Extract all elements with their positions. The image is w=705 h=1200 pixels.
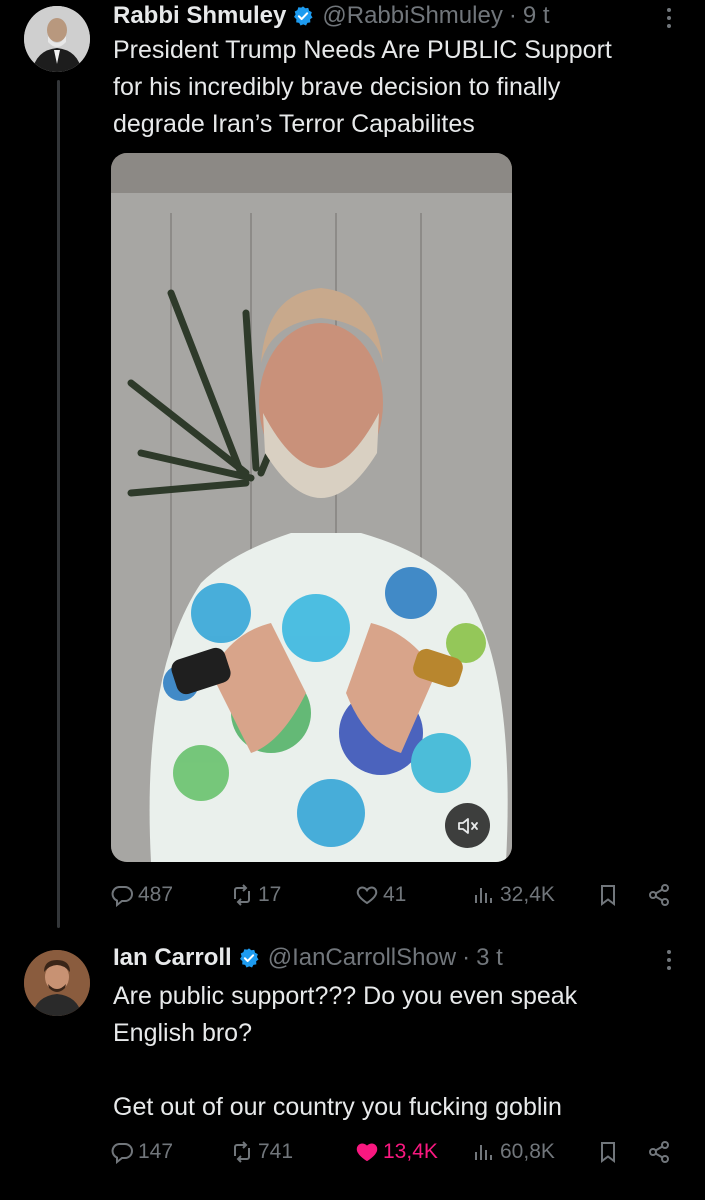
video-player[interactable] (111, 153, 512, 862)
tweet-text: President Trump Needs Are PUBLIC Support… (113, 36, 612, 138)
avatar-portrait (24, 6, 90, 72)
repost-icon (234, 1141, 250, 1163)
author-name[interactable]: Rabbi Shmuley (113, 2, 286, 30)
verified-badge-icon (294, 6, 313, 26)
bookmark-button[interactable] (596, 1137, 624, 1167)
bookmark-icon (601, 885, 615, 906)
views-bar-chart-icon (475, 888, 492, 903)
separator-dot: · (508, 2, 517, 29)
bookmark-icon (601, 1142, 615, 1163)
like-count: 13,4K (383, 1140, 438, 1163)
bookmark-button[interactable] (596, 880, 624, 910)
avatar-portrait (24, 950, 90, 1016)
reply-button[interactable]: 147 (110, 1137, 173, 1167)
avatar[interactable] (24, 950, 90, 1016)
views-count: 32,4K (500, 883, 555, 906)
reply-button[interactable]: 487 (110, 880, 173, 910)
reply-count: 147 (138, 1140, 174, 1163)
repost-button[interactable]: 17 (230, 880, 281, 910)
tweet-header: Rabbi Shmuley @RabbiShmuley · 9 t (113, 1, 550, 31)
tweet-actions: 487 17 41 32,4K (110, 880, 675, 910)
author-handle[interactable]: @RabbiShmuley (322, 2, 502, 30)
avatar[interactable] (24, 6, 90, 72)
timestamp[interactable]: 3 t (476, 944, 503, 972)
repost-count: 17 (258, 883, 282, 906)
heart-icon (356, 886, 378, 905)
tweet-header: Ian Carroll @IanCarrollShow · 3 t (113, 942, 503, 974)
reply-icon (111, 886, 133, 907)
share-button[interactable] (647, 1137, 675, 1167)
like-button[interactable]: 41 (355, 880, 406, 910)
share-button[interactable] (647, 880, 675, 910)
like-button[interactable]: 13,4K (355, 1137, 438, 1167)
share-icon (649, 884, 669, 906)
repost-count: 741 (258, 1140, 294, 1163)
repost-icon (234, 884, 250, 906)
reply-count: 487 (138, 883, 174, 906)
author-name[interactable]: Ian Carroll (113, 944, 232, 972)
views-button[interactable]: 32,4K (472, 880, 555, 910)
tweet-actions: 147 741 13,4K 60,8K (110, 1137, 675, 1167)
views-count: 60,8K (500, 1140, 555, 1163)
separator-dot: · (462, 944, 471, 971)
video-frame (111, 153, 512, 862)
heart-icon (356, 1143, 378, 1162)
share-icon (649, 1141, 669, 1163)
more-vertical-icon[interactable] (657, 948, 681, 972)
thread-connector-line (57, 80, 60, 928)
views-bar-chart-icon (475, 1145, 492, 1160)
more-vertical-icon[interactable] (657, 6, 681, 30)
author-handle[interactable]: @IanCarrollShow (268, 944, 456, 972)
tweet-text: Are public support??? Do you even speak … (113, 982, 578, 1121)
timestamp[interactable]: 9 t (523, 2, 550, 30)
like-count: 41 (383, 883, 407, 906)
mute-button[interactable] (445, 803, 490, 848)
views-button[interactable]: 60,8K (472, 1137, 555, 1167)
repost-button[interactable]: 741 (230, 1137, 293, 1167)
reply-icon (111, 1143, 133, 1164)
muted-speaker-icon (457, 817, 478, 834)
verified-badge-icon (239, 948, 259, 968)
